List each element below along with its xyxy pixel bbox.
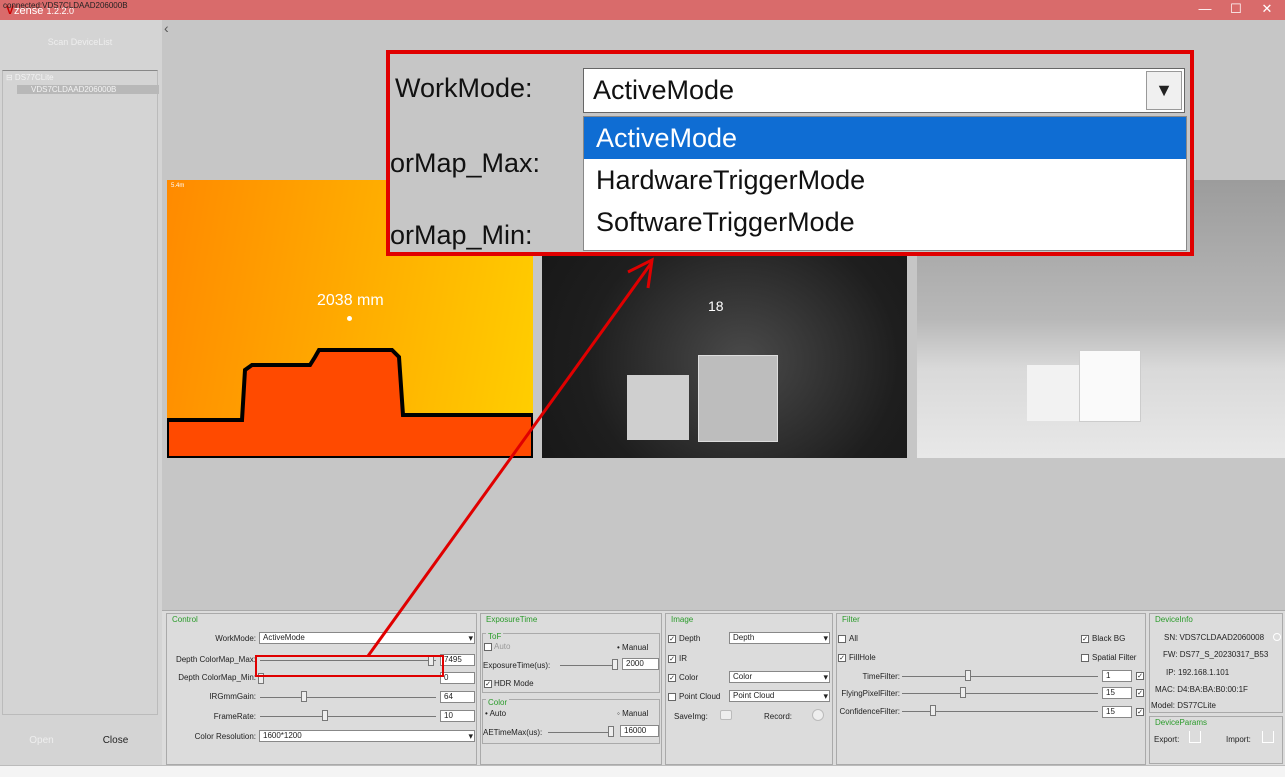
zoom-workmode-label: WorkMode: [395,73,533,103]
option-hardwaretriggermode[interactable]: HardwareTriggerMode [584,159,1186,201]
option-softwaretriggermode[interactable]: SoftwareTriggerMode [584,201,1186,243]
dropdown-arrow-icon[interactable]: ▼ [1146,71,1182,110]
zoom-colormap-max-label: orMap_Max: [390,148,541,178]
zoom-colormap-min-label: orMap_Min: [390,220,533,250]
zoom-workmode-select[interactable]: ActiveMode [583,68,1185,113]
workmode-dropdown-list: ActiveMode HardwareTriggerMode SoftwareT… [583,116,1187,251]
option-activemode[interactable]: ActiveMode [584,117,1186,159]
